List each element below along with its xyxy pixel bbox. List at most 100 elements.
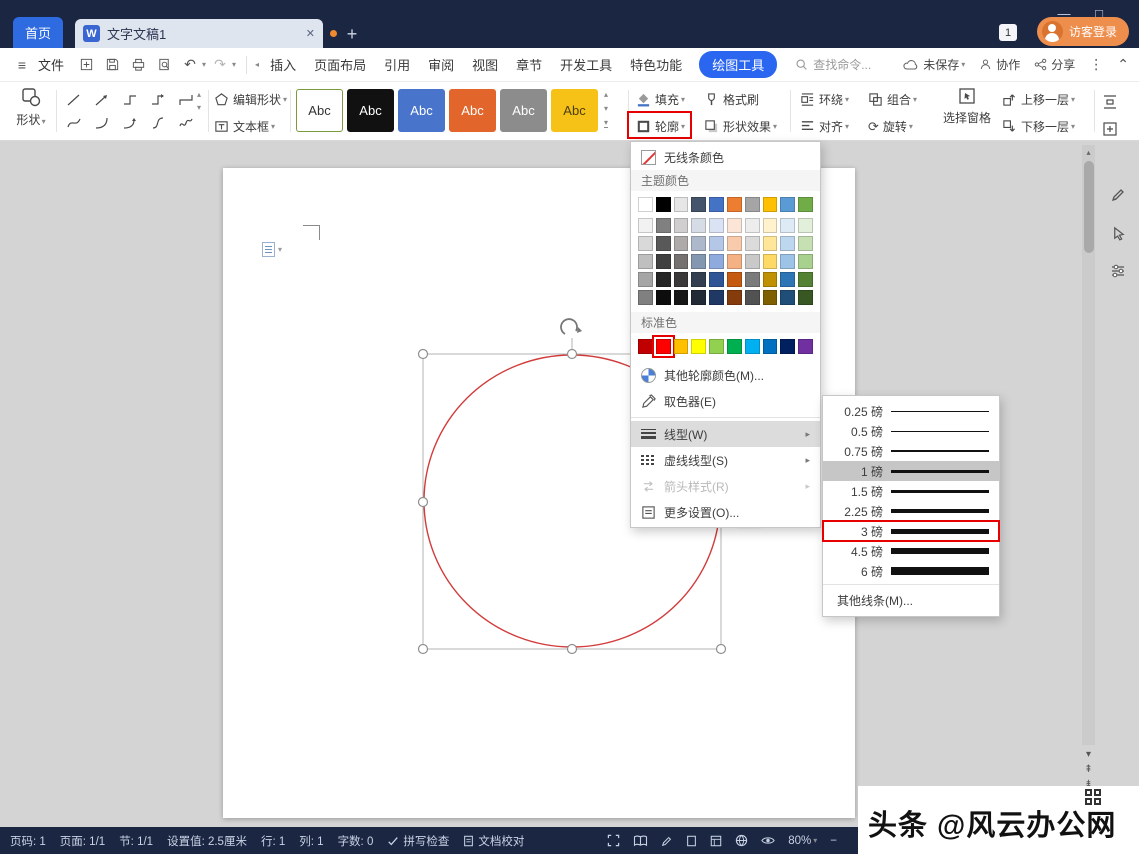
line-weight-item[interactable]: 0.5 磅 bbox=[823, 421, 999, 441]
wrap-button[interactable]: 环绕 ▾ bbox=[800, 88, 849, 111]
rotate-button[interactable]: ⟳ 旋转 ▾ bbox=[868, 115, 917, 138]
shape-style-tile[interactable]: Abc bbox=[500, 89, 547, 132]
menu-tab[interactable]: 审阅 bbox=[419, 53, 463, 77]
status-item[interactable]: 页码: 1 bbox=[10, 833, 46, 849]
new-tab-button[interactable]: + bbox=[342, 24, 362, 45]
theme-color-swatch[interactable] bbox=[780, 254, 796, 269]
theme-color-swatch[interactable] bbox=[762, 236, 778, 251]
standard-color-swatch[interactable] bbox=[638, 339, 653, 354]
zoom-value[interactable]: 80% bbox=[788, 835, 811, 847]
more-options-icon[interactable]: ⋮ bbox=[1089, 56, 1103, 73]
theme-color-swatch[interactable] bbox=[744, 236, 760, 251]
theme-color-swatch[interactable] bbox=[780, 218, 796, 233]
fullscreen-icon[interactable] bbox=[607, 834, 620, 847]
theme-color-swatch[interactable] bbox=[762, 290, 778, 305]
theme-color-swatch[interactable] bbox=[798, 197, 813, 212]
theme-color-swatch[interactable] bbox=[638, 290, 653, 305]
theme-color-swatch[interactable] bbox=[638, 236, 653, 251]
scroll-up-icon[interactable]: ▴ bbox=[1082, 145, 1095, 159]
theme-color-swatch[interactable] bbox=[762, 254, 778, 269]
line-weight-item[interactable]: 6 磅 bbox=[823, 561, 999, 581]
theme-color-swatch[interactable] bbox=[726, 254, 742, 269]
theme-color-swatch[interactable] bbox=[726, 236, 742, 251]
dash-style-item[interactable]: 虚线线型(S) ▸ bbox=[631, 447, 820, 473]
home-tab-button[interactable]: 首页 bbox=[13, 17, 63, 48]
status-item[interactable]: 行: 1 bbox=[261, 833, 285, 849]
bring-forward-button[interactable]: 上移一层 ▾ bbox=[1002, 88, 1075, 111]
print-preview-icon[interactable] bbox=[152, 54, 176, 76]
status-item[interactable]: 页面: 1/1 bbox=[60, 833, 105, 849]
zoom-out-button[interactable]: − bbox=[830, 835, 837, 847]
line-weight-item[interactable]: 1.5 磅 bbox=[823, 481, 999, 501]
status-item[interactable]: 设置值: 2.5厘米 bbox=[167, 833, 247, 849]
line-shape[interactable] bbox=[60, 89, 87, 111]
outline-button[interactable]: 轮廓 ▾ bbox=[636, 115, 685, 138]
theme-color-swatch[interactable] bbox=[691, 236, 707, 251]
share-button[interactable]: 分享 bbox=[1034, 56, 1075, 73]
more-outline-colors-item[interactable]: 其他轮廓颜色(M)... bbox=[631, 362, 820, 388]
zoom-control[interactable]: 80% ▾ bbox=[788, 835, 817, 847]
standard-color-swatch[interactable] bbox=[673, 339, 689, 354]
theme-color-swatch[interactable] bbox=[673, 218, 689, 233]
theme-color-swatch[interactable] bbox=[780, 290, 796, 305]
curved-connector-shape[interactable] bbox=[88, 112, 115, 134]
scrollbar-thumb[interactable] bbox=[1083, 161, 1094, 253]
styles-down-icon[interactable]: ▾ bbox=[604, 104, 608, 113]
elbow-double-connector-shape[interactable] bbox=[172, 89, 199, 111]
previous-page-icon[interactable]: ⇞ bbox=[1082, 764, 1095, 775]
theme-color-swatch[interactable] bbox=[638, 218, 653, 233]
theme-color-swatch[interactable] bbox=[726, 218, 742, 233]
edit-shape-button[interactable]: 编辑形状 ▾ bbox=[214, 88, 287, 111]
line-weight-item[interactable]: 1 磅 bbox=[823, 461, 999, 481]
theme-color-swatch[interactable] bbox=[762, 272, 778, 287]
visitor-login-button[interactable]: 访客登录 bbox=[1036, 17, 1129, 46]
adjust-sliders-icon[interactable] bbox=[1106, 259, 1130, 283]
line-style-item[interactable]: 线型(W) ▸ bbox=[631, 421, 820, 447]
theme-color-swatch[interactable] bbox=[709, 236, 724, 251]
theme-color-swatch[interactable] bbox=[655, 254, 671, 269]
theme-color-swatch[interactable] bbox=[655, 272, 671, 287]
theme-color-swatch[interactable] bbox=[780, 197, 796, 212]
styles-more-icon[interactable]: ▾ bbox=[604, 118, 609, 128]
theme-color-swatch[interactable] bbox=[709, 272, 724, 287]
menu-tab[interactable]: 视图 bbox=[463, 53, 507, 77]
scribble-shape[interactable] bbox=[172, 112, 199, 134]
notification-badge[interactable]: 1 bbox=[999, 24, 1017, 41]
eyedropper-item[interactable]: 取色器(E) bbox=[631, 388, 820, 414]
theme-color-swatch[interactable] bbox=[673, 254, 689, 269]
undo-dropdown-icon[interactable]: ▾ bbox=[202, 60, 206, 69]
align-button[interactable]: 对齐 ▾ bbox=[800, 115, 849, 138]
theme-color-swatch[interactable] bbox=[798, 290, 813, 305]
shape-style-tile[interactable]: Abc bbox=[347, 89, 394, 132]
format-painter-button[interactable]: 格式刷 bbox=[704, 88, 777, 111]
theme-color-swatch[interactable] bbox=[673, 290, 689, 305]
theme-color-swatch[interactable] bbox=[726, 272, 742, 287]
menu-tab[interactable]: 插入 bbox=[261, 53, 305, 77]
shapes-button[interactable]: 形状 ▾ bbox=[8, 86, 54, 128]
standard-color-swatch[interactable] bbox=[762, 339, 778, 354]
theme-color-swatch[interactable] bbox=[691, 290, 707, 305]
theme-color-swatch[interactable] bbox=[780, 272, 796, 287]
shape-effects-button[interactable]: 形状效果 ▾ bbox=[704, 115, 777, 138]
line-weight-item[interactable]: 2.25 磅 bbox=[823, 501, 999, 521]
theme-color-swatch[interactable] bbox=[709, 254, 724, 269]
select-cursor-icon[interactable] bbox=[1106, 221, 1130, 245]
theme-color-swatch[interactable] bbox=[709, 290, 724, 305]
theme-color-swatch[interactable] bbox=[673, 197, 689, 212]
menu-tab[interactable]: 特色功能 bbox=[621, 53, 691, 77]
theme-color-swatch[interactable] bbox=[638, 272, 653, 287]
globe-icon[interactable] bbox=[735, 834, 748, 847]
theme-color-swatch[interactable] bbox=[762, 197, 778, 212]
spell-check-button[interactable]: 拼写检查 bbox=[387, 833, 449, 849]
status-item[interactable]: 字数: 0 bbox=[338, 833, 374, 849]
theme-color-swatch[interactable] bbox=[798, 254, 813, 269]
doc-proof-button[interactable]: 文档校对 bbox=[463, 833, 524, 849]
theme-color-swatch[interactable] bbox=[691, 272, 707, 287]
more-lines-item[interactable]: 其他线条(M)... bbox=[823, 588, 999, 612]
styles-up-icon[interactable]: ▴ bbox=[604, 90, 608, 99]
menu-tab[interactable]: 引用 bbox=[375, 53, 419, 77]
curve-shape[interactable] bbox=[60, 112, 87, 134]
menu-tab[interactable]: 开发工具 bbox=[551, 53, 621, 77]
scroll-down-icon[interactable]: ▾ bbox=[1082, 749, 1095, 760]
status-item[interactable]: 节: 1/1 bbox=[119, 833, 153, 849]
